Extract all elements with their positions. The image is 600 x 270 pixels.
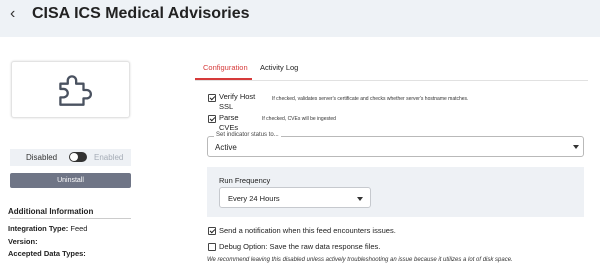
- integration-type-row: Integration Type: Feed: [8, 224, 87, 233]
- toggle-disabled-label: Disabled: [26, 153, 58, 162]
- parse-cves-checkbox[interactable]: [208, 115, 216, 123]
- puzzle-piece-icon: [59, 75, 92, 106]
- toggle-enabled-label: Enabled: [94, 153, 124, 162]
- verify-host-checkbox[interactable]: [208, 94, 216, 102]
- run-frequency-value: Every 24 Hours: [228, 194, 280, 203]
- additional-info-title: Additional Information: [8, 207, 94, 216]
- page-header: ‹ CISA ICS Medical Advisories: [0, 0, 600, 37]
- parse-cves-label: Parse CVEs: [219, 113, 239, 133]
- integration-type-label: Integration Type:: [8, 224, 69, 233]
- parse-cves-hint: If checked, CVEs will be ingested: [262, 116, 336, 122]
- version-row: Version:: [8, 237, 38, 246]
- run-frequency-label: Run Frequency: [219, 176, 271, 185]
- toggle-knob: [70, 153, 78, 161]
- info-divider: [10, 218, 131, 219]
- debug-checkbox[interactable]: [208, 243, 216, 251]
- chevron-left-icon[interactable]: ‹: [10, 5, 15, 23]
- debug-label: Debug Option: Save the raw data response…: [219, 242, 381, 251]
- parse-cves-label-line1: Parse: [219, 113, 239, 122]
- version-label: Version:: [8, 237, 38, 246]
- indicator-status-value: Active: [215, 143, 237, 152]
- run-frequency-select[interactable]: Every 24 Hours: [219, 187, 371, 208]
- enable-toggle-row: Disabled Enabled: [10, 149, 131, 166]
- accepted-types-row: Accepted Data Types:: [8, 249, 86, 258]
- verify-host-label-line2: SSL: [219, 102, 234, 111]
- tab-activity-log[interactable]: Activity Log: [260, 63, 298, 72]
- indicator-status-select[interactable]: Set indicator status to... Active: [207, 132, 584, 157]
- tab-divider: [195, 80, 588, 81]
- plugin-icon-card: [11, 61, 130, 118]
- notify-checkbox[interactable]: [208, 227, 216, 235]
- indicator-status-legend: Set indicator status to...: [214, 132, 281, 138]
- caret-down-icon: [357, 197, 363, 201]
- enable-toggle[interactable]: [69, 152, 87, 162]
- notify-label: Send a notification when this feed encou…: [219, 226, 396, 235]
- accepted-types-label: Accepted Data Types:: [8, 249, 86, 258]
- verify-host-hint: If checked, validates server's certifica…: [272, 96, 469, 102]
- verify-host-label: Verify Host SSL: [219, 92, 255, 112]
- verify-host-label-line1: Verify Host: [219, 92, 256, 101]
- integration-type-value: Feed: [70, 224, 88, 233]
- page-title: CISA ICS Medical Advisories: [32, 5, 250, 22]
- caret-down-icon: [573, 145, 579, 149]
- tab-configuration[interactable]: Configuration: [203, 63, 248, 72]
- debug-note: We recommend leaving this disabled unles…: [207, 257, 513, 263]
- uninstall-button[interactable]: Uninstall: [10, 173, 131, 188]
